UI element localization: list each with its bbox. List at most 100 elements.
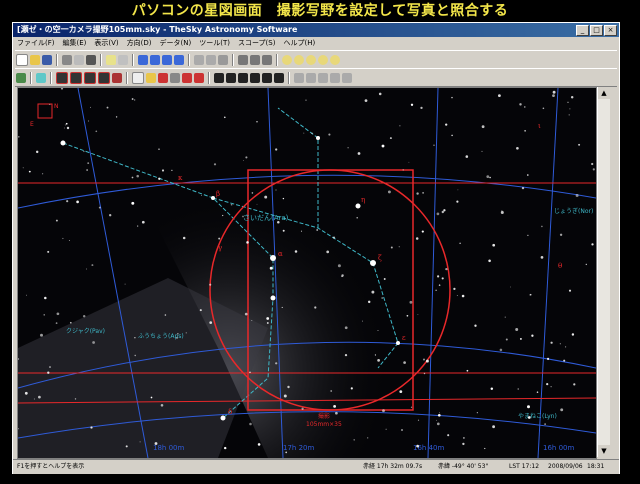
ground-icon[interactable]	[36, 72, 46, 83]
altaz-grid-icon[interactable]	[226, 72, 236, 83]
refresh-icon[interactable]	[218, 54, 228, 65]
labels-icon[interactable]	[262, 72, 272, 83]
print-icon[interactable]	[86, 54, 96, 65]
arrow-left-icon[interactable]	[162, 54, 172, 65]
menu-help[interactable]: ヘルプ(H)	[283, 37, 315, 49]
maximize-button[interactable]: □	[590, 25, 603, 36]
faint-star	[332, 236, 336, 239]
comet-icon[interactable]	[194, 72, 204, 83]
star-chart[interactable]: N E さいだん(Ara) ふうちょう(Aps) やまねこ(Lyn) じょうぎ(…	[17, 87, 597, 459]
faint-star	[490, 387, 494, 391]
faint-star	[294, 250, 298, 253]
milky-way-icon[interactable]	[274, 72, 284, 83]
faint-star	[76, 200, 79, 204]
faint-star	[333, 404, 337, 408]
faint-star	[18, 135, 20, 138]
menu-file[interactable]: ファイル(F)	[17, 37, 55, 49]
faint-star	[38, 395, 41, 399]
faint-star	[481, 125, 485, 129]
red-filter-icon[interactable]	[158, 72, 168, 83]
clear-icon[interactable]	[342, 72, 352, 83]
faint-star	[409, 300, 413, 304]
scope-link-icon[interactable]	[262, 54, 272, 65]
folder-icon[interactable]	[146, 72, 156, 83]
copy-icon[interactable]	[62, 54, 72, 65]
faint-star	[311, 132, 313, 134]
scroll-up-icon[interactable]: ▲	[598, 87, 610, 99]
faint-star	[357, 152, 361, 155]
faint-star	[40, 333, 43, 337]
star-icon[interactable]	[98, 71, 110, 84]
planet-icon[interactable]	[182, 72, 192, 83]
menu-tools[interactable]: ツール(T)	[199, 37, 230, 49]
settings-icon[interactable]	[294, 72, 304, 83]
scroll-down-icon[interactable]: ▼	[598, 445, 610, 457]
faint-star	[90, 426, 93, 429]
faint-star	[344, 326, 348, 330]
status-date: 2008/09/06	[548, 463, 583, 470]
window-title: [瀬ゼ・の空一カメラ撮野105mm.sky - TheSky Astronomy…	[17, 25, 298, 34]
minimize-button[interactable]: _	[576, 25, 589, 36]
faint-star	[461, 294, 465, 298]
moon-phase-3-icon[interactable]	[306, 54, 316, 65]
paste-icon[interactable]	[74, 54, 84, 65]
menu-edit[interactable]: 編集(E)	[63, 37, 87, 49]
menu-scope[interactable]: スコープ(S)	[238, 37, 276, 49]
horizon-icon[interactable]	[238, 54, 248, 65]
image-link-icon[interactable]	[330, 72, 340, 83]
page-icon[interactable]	[132, 71, 144, 84]
faint-star	[385, 428, 387, 430]
equatorial-grid-icon[interactable]	[214, 72, 224, 83]
moon-phase-4-icon[interactable]	[318, 54, 328, 65]
faint-star	[35, 150, 39, 154]
pencil-icon[interactable]	[16, 72, 26, 83]
grid-icon[interactable]	[170, 72, 180, 83]
faint-star	[546, 383, 549, 386]
faint-star	[527, 234, 529, 237]
star	[355, 203, 361, 209]
faint-star	[410, 103, 414, 106]
moon-phase-2-icon[interactable]	[294, 54, 304, 65]
menu-orientation[interactable]: 方向(D)	[127, 37, 152, 49]
faint-star	[177, 333, 179, 335]
galaxy-icon[interactable]	[56, 71, 68, 84]
faint-star	[47, 250, 50, 253]
constellation-lines-icon[interactable]	[238, 72, 248, 83]
cluster-icon[interactable]	[84, 71, 96, 84]
moon-phase-5-icon[interactable]	[330, 54, 340, 65]
telescope-icon[interactable]	[250, 54, 260, 65]
moon-phase-1-icon[interactable]	[282, 54, 292, 65]
nebula-icon[interactable]	[70, 71, 82, 84]
camera-icon[interactable]	[306, 72, 316, 83]
menu-data[interactable]: データ(N)	[160, 37, 192, 49]
faint-star	[136, 174, 139, 178]
faint-star	[519, 103, 522, 106]
fov-icon[interactable]	[318, 72, 328, 83]
faint-star	[41, 173, 44, 175]
faint-star	[335, 411, 338, 415]
faint-star	[131, 176, 134, 179]
new-file-icon[interactable]	[16, 53, 28, 66]
star-designation: κ	[178, 174, 183, 182]
faint-star	[438, 284, 441, 286]
deepsky-icon[interactable]	[112, 72, 122, 83]
faint-star	[282, 197, 285, 200]
arrow-down-icon[interactable]	[150, 54, 160, 65]
vertical-scrollbar[interactable]: ▲ ▼	[597, 87, 610, 457]
constellation-bounds-icon[interactable]	[250, 72, 260, 83]
zoom-in-icon[interactable]	[194, 54, 204, 65]
faint-star	[517, 388, 519, 390]
help-icon[interactable]	[106, 54, 116, 65]
close-button[interactable]: ×	[604, 25, 617, 36]
arrow-right-icon[interactable]	[174, 54, 184, 65]
open-folder-icon[interactable]	[30, 54, 40, 65]
toolbar-separator	[288, 71, 290, 84]
faint-star	[571, 333, 575, 336]
zoom-out-icon[interactable]	[206, 54, 216, 65]
arrow-up-icon[interactable]	[138, 54, 148, 65]
menu-view[interactable]: 表示(V)	[94, 37, 118, 49]
faint-star	[573, 383, 576, 386]
find-icon[interactable]	[118, 54, 128, 65]
faint-star	[423, 372, 426, 375]
save-icon[interactable]	[42, 54, 52, 65]
